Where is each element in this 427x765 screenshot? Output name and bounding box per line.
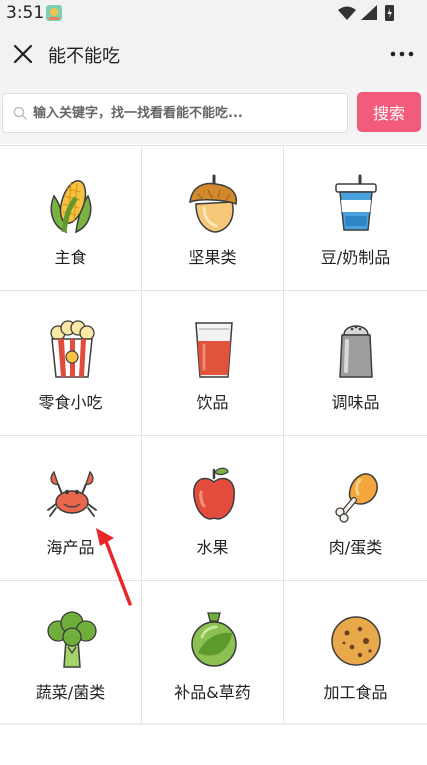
drink-glass-icon <box>195 322 233 378</box>
category-label: 主食 <box>54 248 87 267</box>
category-label: 饮品 <box>196 393 229 412</box>
search-input[interactable] <box>33 94 343 132</box>
category-drinks[interactable]: 饮品 <box>142 291 284 436</box>
category-dairy[interactable]: 豆/奶制品 <box>284 146 427 291</box>
category-label: 补品&草药 <box>174 683 251 702</box>
category-label: 坚果类 <box>188 248 237 267</box>
crab-icon <box>47 470 97 517</box>
category-label: 海产品 <box>46 538 95 557</box>
category-meat-eggs[interactable]: 肉/蛋类 <box>284 436 427 581</box>
system-status-icons <box>338 5 394 21</box>
category-grid: 主食 坚果类 豆/奶制品 零食小吃 饮品 调味品 海产品 水果 肉/蛋类 蔬菜/… <box>0 145 427 726</box>
app-notification-icon <box>46 5 62 21</box>
popcorn-icon <box>50 320 95 378</box>
category-label: 零食小吃 <box>38 393 103 412</box>
category-fruit[interactable]: 水果 <box>142 436 284 581</box>
search-box[interactable] <box>2 93 348 133</box>
status-time: 3:51 <box>6 3 45 23</box>
yogurt-cup-icon <box>335 174 377 231</box>
category-staple-food[interactable]: 主食 <box>0 146 142 291</box>
status-bar: 3:51 <box>0 0 427 26</box>
cookie-icon <box>331 616 381 666</box>
drumstick-icon <box>335 473 378 523</box>
search-button[interactable]: 搜索 <box>357 92 421 132</box>
category-condiments[interactable]: 调味品 <box>284 291 427 436</box>
close-icon[interactable] <box>10 41 36 67</box>
wifi-icon <box>338 6 356 20</box>
herb-ball-icon <box>191 612 237 667</box>
category-label: 蔬菜/菌类 <box>35 683 106 702</box>
category-seafood[interactable]: 海产品 <box>0 436 142 581</box>
bottom-blank-area <box>0 723 427 765</box>
signal-icon <box>361 5 377 20</box>
search-icon <box>13 106 27 120</box>
search-bar: 搜索 <box>0 82 427 144</box>
category-vegetables-fungi[interactable]: 蔬菜/菌类 <box>0 581 142 726</box>
category-processed-food[interactable]: 加工食品 <box>284 581 427 726</box>
salt-shaker-icon <box>339 325 373 378</box>
broccoli-icon <box>47 611 97 668</box>
category-label: 豆/奶制品 <box>320 248 391 267</box>
category-label: 水果 <box>196 538 229 557</box>
category-nuts[interactable]: 坚果类 <box>142 146 284 291</box>
apple-icon <box>193 467 235 520</box>
category-label: 加工食品 <box>323 683 388 702</box>
category-supplements-herbs[interactable]: 补品&草药 <box>142 581 284 726</box>
category-label: 调味品 <box>331 393 380 412</box>
more-options-icon[interactable] <box>389 43 415 65</box>
corn-icon <box>50 180 92 234</box>
title-bar: 能不能吃 <box>0 26 427 82</box>
acorn-icon <box>189 174 238 233</box>
category-label: 肉/蛋类 <box>328 538 383 557</box>
page-title: 能不能吃 <box>48 46 120 67</box>
category-snacks[interactable]: 零食小吃 <box>0 291 142 436</box>
